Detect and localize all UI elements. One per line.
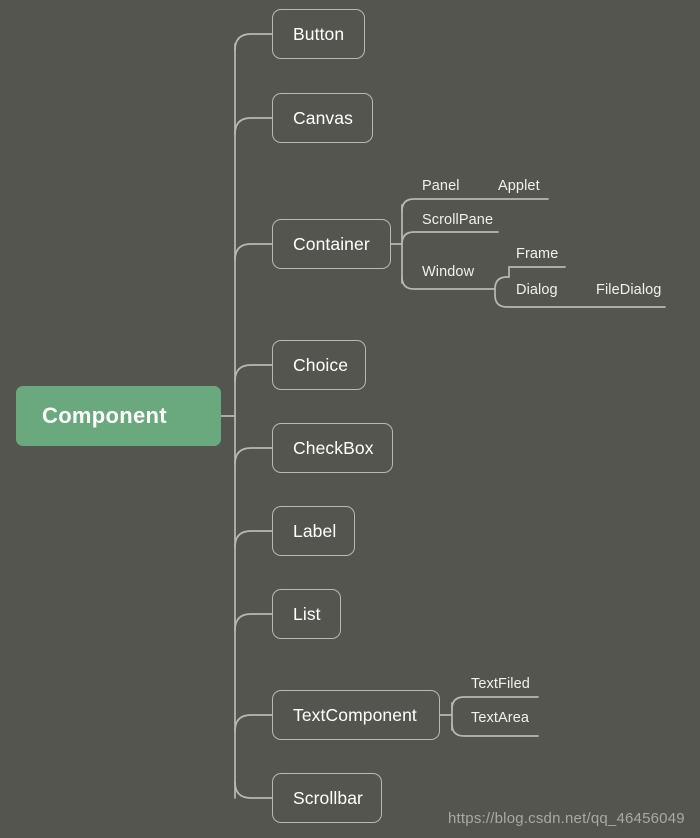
node-dialog[interactable]: Dialog: [516, 282, 558, 298]
node-label: Container: [293, 233, 370, 254]
node-label: Window: [422, 264, 475, 280]
node-label: Choice: [293, 354, 349, 375]
node-label: TextArea: [471, 710, 530, 726]
watermark-url: https://blog.csdn.net/qq_46456049: [448, 810, 685, 827]
node-button[interactable]: Button: [272, 9, 365, 59]
node-label: CheckBox: [293, 437, 374, 458]
node-label: Scrollbar: [293, 787, 363, 808]
mindmap-canvas: Component Button Canvas Container Choice…: [0, 0, 700, 838]
node-label: Label: [293, 520, 337, 541]
node-label: Panel: [422, 178, 460, 194]
node-label-awt[interactable]: Label: [272, 506, 355, 556]
node-label: Button: [293, 23, 345, 44]
node-label: Frame: [516, 246, 559, 262]
node-label: FileDialog: [596, 282, 662, 298]
node-component[interactable]: Component: [16, 386, 221, 446]
node-container[interactable]: Container: [272, 219, 391, 269]
node-label: Applet: [498, 178, 540, 194]
node-label: TextComponent: [293, 704, 417, 725]
node-panel[interactable]: Panel: [422, 178, 460, 194]
node-scrollpane[interactable]: ScrollPane: [422, 212, 493, 228]
node-label: Dialog: [516, 282, 558, 298]
node-textcomponent[interactable]: TextComponent: [272, 690, 440, 740]
node-label: ScrollPane: [422, 212, 494, 228]
node-list[interactable]: List: [272, 589, 341, 639]
node-canvas[interactable]: Canvas: [272, 93, 373, 143]
node-textarea[interactable]: TextArea: [471, 710, 529, 726]
node-filedialog[interactable]: FileDialog: [596, 282, 661, 298]
watermark-text: https://blog.csdn.net/qq_46456049: [448, 810, 685, 827]
node-window[interactable]: Window: [422, 264, 474, 280]
node-choice[interactable]: Choice: [272, 340, 366, 390]
node-label: List: [293, 603, 321, 624]
node-label: Component: [42, 403, 167, 428]
node-scrollbar[interactable]: Scrollbar: [272, 773, 382, 823]
node-label: Canvas: [293, 107, 353, 128]
node-textfiled[interactable]: TextFiled: [471, 676, 530, 692]
node-applet[interactable]: Applet: [498, 178, 540, 194]
node-frame[interactable]: Frame: [516, 246, 558, 262]
node-checkbox[interactable]: CheckBox: [272, 423, 393, 473]
node-label: TextFiled: [471, 676, 530, 692]
